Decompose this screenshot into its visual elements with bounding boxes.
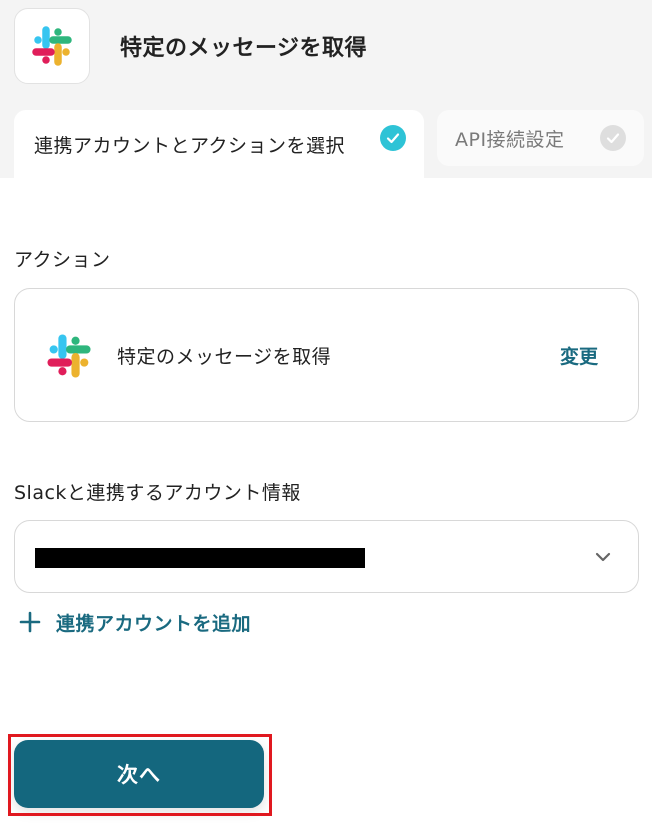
check-icon	[600, 125, 626, 151]
action-card: 特定のメッセージを取得 変更	[14, 288, 639, 422]
tab-select-account-action[interactable]: 連携アカウントとアクションを選択	[14, 110, 424, 178]
account-section-label: Slackと連携するアカウント情報	[14, 482, 301, 504]
chevron-down-icon	[595, 552, 611, 562]
check-icon	[380, 125, 406, 151]
plus-icon	[19, 611, 41, 633]
tab-api-settings[interactable]: API接続設定	[437, 110, 644, 166]
next-button[interactable]: 次へ	[14, 740, 264, 808]
add-account-link[interactable]: 連携アカウントを追加	[18, 606, 251, 638]
action-section-label: アクション	[14, 249, 111, 271]
slack-logo-icon	[32, 26, 72, 66]
add-account-label: 連携アカウントを追加	[56, 612, 252, 635]
tab-label: API接続設定	[455, 128, 565, 151]
redacted-account-value	[35, 548, 365, 568]
app-icon	[14, 8, 90, 84]
action-name: 特定のメッセージを取得	[117, 346, 332, 368]
tab-label: 連携アカウントとアクションを選択	[34, 134, 346, 157]
slack-logo-icon	[47, 334, 91, 378]
change-action-link[interactable]: 変更	[560, 342, 598, 369]
account-select[interactable]	[14, 520, 639, 593]
page-title: 特定のメッセージを取得	[120, 36, 368, 61]
